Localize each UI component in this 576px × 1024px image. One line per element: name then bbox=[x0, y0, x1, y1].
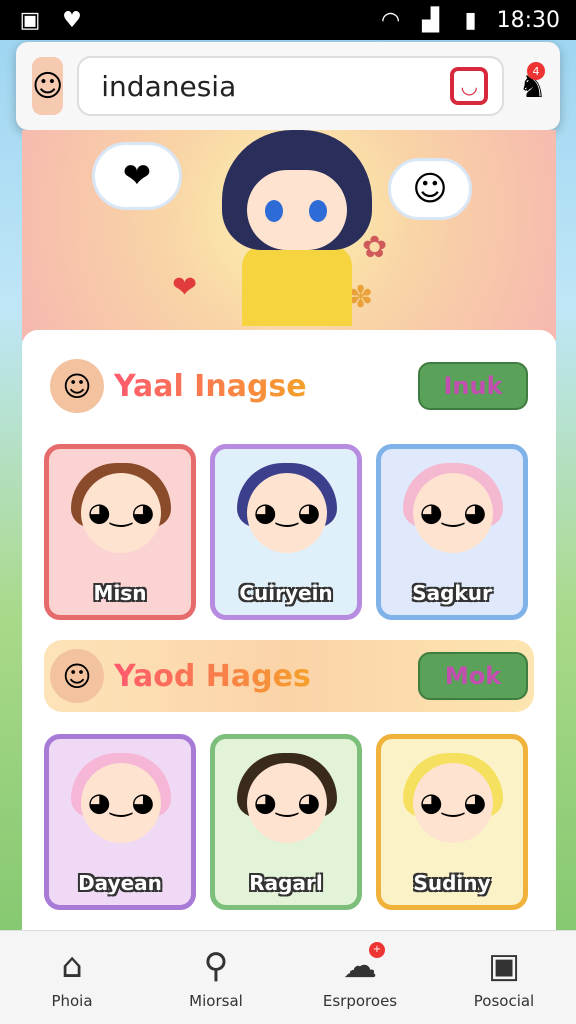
clock-time: 18:30 bbox=[496, 7, 560, 33]
character-card[interactable]: ◕‿◕ Ragarl bbox=[210, 734, 362, 910]
character-card[interactable]: ◕‿◕ Dayean bbox=[44, 734, 196, 910]
section-action-button[interactable]: Inuk bbox=[418, 362, 528, 410]
heart-bubble-icon: ❤ bbox=[92, 142, 182, 210]
card-name: Sudiny bbox=[413, 871, 491, 895]
nav-item-profile[interactable]: ▣ Posocial bbox=[444, 946, 564, 1010]
heart-icon: ♥ bbox=[62, 7, 82, 33]
nav-item-home[interactable]: ⌂ Phoia bbox=[12, 946, 132, 1010]
nav-label: Posocial bbox=[473, 991, 535, 1010]
home-icon: ⌂ bbox=[61, 945, 83, 986]
wifi-icon: ◠ bbox=[380, 7, 401, 33]
status-bar: ▣ ♥ ◠ ▟ ▮ 18:30 bbox=[0, 0, 576, 40]
section-title: Yaal Inagse bbox=[114, 368, 307, 404]
chat-icon: ☁ + bbox=[343, 941, 385, 986]
character-card[interactable]: ◕‿◕ Sudiny bbox=[376, 734, 528, 910]
nav-label: Miorsal bbox=[189, 991, 243, 1010]
signal-icon: ▟ bbox=[422, 7, 440, 33]
heart-icon: ❤ bbox=[172, 270, 198, 305]
search-input[interactable] bbox=[101, 69, 451, 103]
card-grid: ◕‿◕ Dayean ◕‿◕ Ragarl ◕‿◕ Sudiny bbox=[44, 734, 534, 910]
app-icon: ▣ bbox=[19, 7, 41, 33]
search-icon: ⚲ bbox=[203, 945, 229, 986]
hero-character bbox=[222, 130, 372, 330]
card-name: Misn bbox=[93, 581, 147, 605]
smile-bubble-icon: ☺ bbox=[388, 158, 472, 220]
card-name: Sagkur bbox=[412, 581, 492, 605]
section-action-button[interactable]: Mok bbox=[418, 652, 528, 700]
section-header: ☺ Yaal Inagse Inuk bbox=[44, 350, 534, 422]
character-card[interactable]: ◕‿◕ Sagkur bbox=[376, 444, 528, 620]
nav-item-search[interactable]: ⚲ Miorsal bbox=[156, 946, 276, 1010]
character-card[interactable]: ◕‿◕ Cuiryein bbox=[210, 444, 362, 620]
section-2: ☺ Yaod Hages Mok ◕‿◕ Dayean ◕‿◕ Ragarl ◕… bbox=[44, 640, 534, 910]
section-1: ☺ Yaal Inagse Inuk ◕‿◕ Misn ◕‿◕ Cuiryein… bbox=[44, 350, 534, 620]
character-card[interactable]: ◕‿◕ Misn bbox=[44, 444, 196, 620]
section-avatar: ☺ bbox=[50, 649, 104, 703]
nav-badge: + bbox=[369, 941, 385, 958]
card-grid: ◕‿◕ Misn ◕‿◕ Cuiryein ◕‿◕ Sagkur bbox=[44, 444, 534, 620]
nav-item-chat[interactable]: ☁ + Esrporoes bbox=[300, 941, 420, 1010]
card-name: Dayean bbox=[78, 871, 162, 895]
section-avatar: ☺ bbox=[50, 359, 104, 413]
hero-banner: ❤ ☺ ❤ ✿ ✽ bbox=[22, 130, 556, 340]
section-title: Yaod Hages bbox=[114, 658, 311, 694]
profile-icon: ▣ bbox=[487, 945, 521, 986]
nav-label: Phoia bbox=[51, 991, 93, 1010]
notification-button[interactable]: ♞ 4 bbox=[518, 60, 547, 112]
battery-icon: ▮ bbox=[464, 7, 477, 33]
avatar[interactable]: ☺ bbox=[32, 57, 64, 115]
card-name: Ragarl bbox=[249, 871, 323, 895]
search-box[interactable]: ◡ bbox=[77, 56, 505, 116]
bottom-nav: ⌂ Phoia ⚲ Miorsal ☁ + Esrporoes ▣ Posoci… bbox=[0, 930, 576, 1024]
section-header: ☺ Yaod Hages Mok bbox=[44, 640, 534, 712]
notification-badge: 4 bbox=[526, 62, 545, 80]
nav-label: Esrporoes bbox=[322, 991, 398, 1010]
content-panel: ☺ Yaal Inagse Inuk ◕‿◕ Misn ◕‿◕ Cuiryein… bbox=[22, 330, 556, 930]
card-name: Cuiryein bbox=[239, 581, 333, 605]
bookmark-icon[interactable]: ◡ bbox=[450, 67, 489, 105]
top-search-bar: ☺ ◡ ♞ 4 bbox=[16, 42, 560, 130]
